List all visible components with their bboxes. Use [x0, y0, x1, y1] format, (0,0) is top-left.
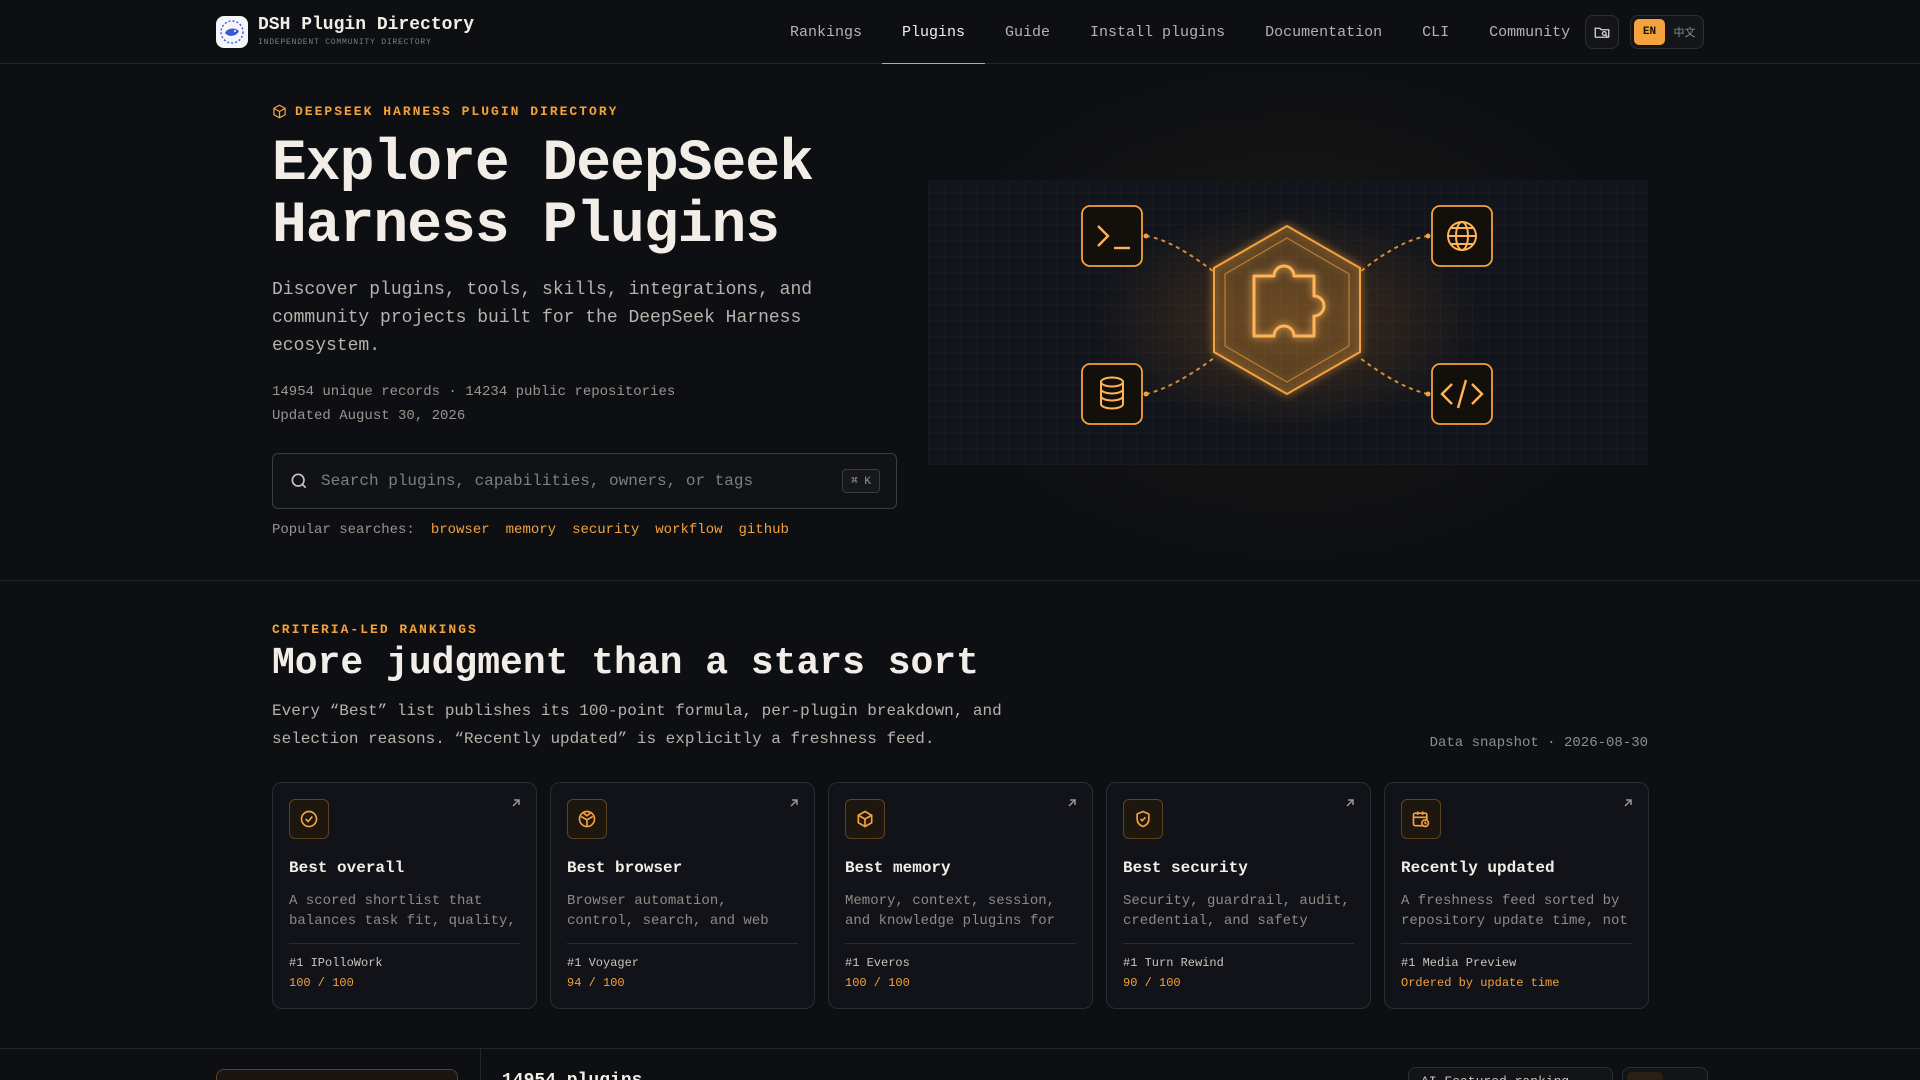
ranking-card-best-browser[interactable]: Best browser Browser automation, control…: [550, 782, 815, 1009]
globe-box-icon: [578, 810, 596, 828]
card-description: Memory, context, session, and knowledge …: [845, 893, 1056, 929]
lang-zh[interactable]: 中文: [1669, 19, 1700, 45]
popular-tag-github[interactable]: github: [739, 522, 789, 538]
card-description: Security, guardrail, audit, credential, …: [1123, 893, 1350, 929]
nav-rankings[interactable]: Rankings: [770, 0, 882, 64]
popular-tag-workflow[interactable]: workflow: [655, 522, 722, 538]
card-score: 100 / 100: [845, 976, 910, 990]
hero-eyebrow: DEEPSEEK HARNESS PLUGIN DIRECTORY: [272, 104, 618, 119]
nav-plugins[interactable]: Plugins: [882, 0, 986, 65]
brand-title: DSH Plugin Directory: [258, 15, 475, 35]
hero-illustration: [928, 180, 1648, 465]
plugin-network-illustration: [1081, 205, 1493, 425]
card-top-plugin: #1 Voyager: [567, 956, 640, 970]
card-icon-box: [845, 799, 885, 839]
hero-eyebrow-text: DEEPSEEK HARNESS PLUGIN DIRECTORY: [295, 104, 619, 119]
ranking-card-best-security[interactable]: Best security Security, guardrail, audit…: [1106, 782, 1371, 1009]
search-box: ⌘ K: [272, 453, 897, 509]
arrow-up-right-icon: [512, 799, 520, 807]
search-input[interactable]: [321, 472, 843, 490]
card-divider: [289, 943, 520, 944]
hero-stats: 14954 unique records · 14234 public repo…: [272, 384, 676, 400]
card-score: 94 / 100: [567, 976, 625, 990]
card-icon-box: [1401, 799, 1441, 839]
card-top-plugin: #1 Everos: [845, 956, 910, 970]
rankings-title: More judgment than a stars sort: [272, 642, 979, 685]
card-title: Recently updated: [1401, 859, 1555, 877]
hero-updated: Updated August 30, 2026: [272, 408, 466, 424]
search-icon: [291, 473, 307, 489]
brand-link[interactable]: DSH Plugin Directory INDEPENDENT COMMUNI…: [216, 15, 474, 49]
arrow-up-right-icon: [790, 799, 798, 807]
whale-logo-icon: [220, 20, 244, 44]
data-snapshot: Data snapshot · 2026-08-30: [1429, 735, 1648, 751]
grid-view-button[interactable]: [1627, 1072, 1663, 1080]
card-top-plugin: #1 Media Preview: [1401, 956, 1517, 970]
folder-search-button[interactable]: [1585, 15, 1619, 49]
card-title: Best browser: [567, 859, 683, 877]
filter-panel-button[interactable]: [216, 1069, 458, 1080]
card-divider: [567, 943, 798, 944]
nav-install-plugins[interactable]: Install plugins: [1070, 0, 1245, 64]
folder-search-icon: [1594, 27, 1610, 38]
nav-community[interactable]: Community: [1469, 0, 1590, 64]
ranking-card-best-memory[interactable]: Best memory Memory, context, session, an…: [828, 782, 1093, 1009]
card-score: Ordered by update time: [1401, 976, 1560, 990]
card-top-plugin: #1 IPolloWork: [289, 956, 383, 970]
ranking-card-best-overall[interactable]: Best overall A scored shortlist that bal…: [272, 782, 537, 1009]
arrow-up-right-icon: [1068, 799, 1076, 807]
card-title: Best overall: [289, 859, 405, 877]
site-header: DSH Plugin Directory INDEPENDENT COMMUNI…: [0, 0, 1920, 65]
language-switcher: EN 中文: [1630, 15, 1704, 49]
calendar-clock-icon: [1412, 811, 1430, 828]
card-divider: [1401, 943, 1632, 944]
sort-select[interactable]: AI-Featured ranking: [1408, 1067, 1613, 1080]
popular-tag-browser[interactable]: browser: [431, 522, 490, 538]
hero-description: Discover plugins, tools, skills, integra…: [272, 280, 813, 356]
plugin-listing-section: 14954 plugins AI-Featured ranking: [0, 1048, 1920, 1080]
card-icon-box: [1123, 799, 1163, 839]
sidebar-divider: [480, 1049, 481, 1080]
popular-tag-memory[interactable]: memory: [506, 522, 556, 538]
card-description: A scored shortlist that balances task fi…: [289, 893, 516, 929]
shield-check-icon: [1136, 810, 1150, 828]
card-description: Browser automation, control, search, and…: [567, 893, 769, 929]
ranking-cards: Best overall A scored shortlist that bal…: [272, 782, 1649, 1009]
badge-check-icon: [300, 810, 318, 828]
rankings-description: Every “Best” list publishes its 100-poin…: [272, 702, 1002, 748]
package-icon: [273, 104, 286, 119]
brand-logo: [216, 16, 248, 48]
card-divider: [845, 943, 1076, 944]
arrow-up-right-icon: [1624, 799, 1632, 807]
card-top-plugin: #1 Turn Rewind: [1123, 956, 1224, 970]
hero-title: Explore DeepSeek Harness Plugins: [272, 132, 814, 259]
card-score: 90 / 100: [1123, 976, 1181, 990]
view-toggle: [1622, 1067, 1708, 1080]
card-title: Best security: [1123, 859, 1248, 877]
hero-section: DEEPSEEK HARNESS PLUGIN DIRECTORY Explor…: [0, 64, 1920, 581]
card-divider: [1123, 943, 1354, 944]
nav-guide[interactable]: Guide: [985, 0, 1070, 64]
lang-en[interactable]: EN: [1634, 19, 1665, 45]
search-shortcut: ⌘ K: [842, 469, 880, 493]
card-icon-box: [567, 799, 607, 839]
plugin-count: 14954 plugins: [502, 1071, 642, 1080]
card-title: Best memory: [845, 859, 951, 877]
rankings-eyebrow: CRITERIA-LED RANKINGS: [272, 622, 478, 637]
nav-documentation[interactable]: Documentation: [1245, 0, 1402, 64]
ranking-card-recently-updated[interactable]: Recently updated A freshness feed sorted…: [1384, 782, 1649, 1009]
card-description: A freshness feed sorted by repository up…: [1401, 893, 1628, 929]
cube-icon: [857, 810, 873, 828]
main-nav: Rankings Plugins Guide Install plugins D…: [770, 0, 1590, 65]
card-score: 100 / 100: [289, 976, 354, 990]
popular-label: Popular searches:: [272, 522, 415, 538]
card-icon-box: [289, 799, 329, 839]
popular-searches: Popular searches: browser memory securit…: [272, 522, 789, 538]
popular-tag-security[interactable]: security: [572, 522, 639, 538]
brand-subtitle: INDEPENDENT COMMUNITY DIRECTORY: [258, 38, 432, 47]
arrow-up-right-icon: [1346, 799, 1354, 807]
nav-cli[interactable]: CLI: [1402, 0, 1469, 64]
